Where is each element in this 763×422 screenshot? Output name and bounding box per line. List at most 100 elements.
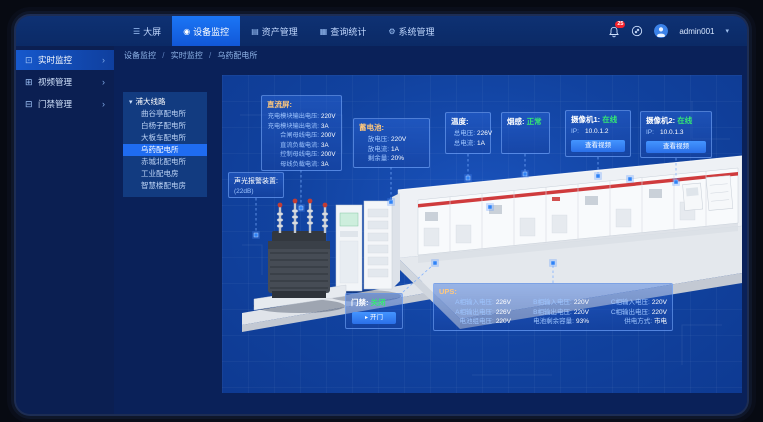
smoke-sensor-panel: 烟感: 正常	[501, 112, 550, 154]
realtime-monitor-icon: ⊡	[25, 55, 38, 66]
view-video-button[interactable]: 查看视频	[646, 141, 706, 153]
username[interactable]: admin001	[679, 27, 714, 36]
nav-label: 资产管理	[262, 25, 298, 38]
field-label: A相输入电压:	[439, 298, 494, 308]
tree-item[interactable]: 曲谷亭配电所	[123, 108, 207, 120]
user-avatar[interactable]	[654, 24, 668, 38]
data-row: 剩余量:20%	[359, 154, 424, 164]
nav-label: 大屏	[143, 25, 161, 38]
chevron-down-icon[interactable]: ▾	[725, 27, 729, 35]
breadcrumb-item[interactable]: 实时监控	[171, 51, 203, 60]
panel-title: 声光报警装置:	[234, 176, 278, 186]
chevron-right-icon: ›	[102, 99, 105, 109]
fullscreen-icon[interactable]	[631, 25, 643, 37]
view-video-button[interactable]: 查看视频	[571, 140, 625, 152]
chevron-right-icon: ›	[102, 55, 105, 65]
data-row: B相输入电压:220V	[517, 298, 589, 308]
ups-column-b: B相输入电压:220V B相输出电压:220V 电池剩余容量:93%	[517, 298, 589, 327]
open-door-icon: ▸	[365, 315, 368, 321]
panel-title: UPS:	[439, 287, 667, 296]
tree-item[interactable]: 工业配电房	[123, 168, 207, 180]
topbar-right: 25 admin001 ▾	[608, 16, 729, 46]
tree-item[interactable]: 大板车配电所	[123, 132, 207, 144]
panel-title: 蓄电池:	[359, 122, 424, 133]
data-row: A相输入电压:226V	[439, 298, 511, 308]
nav-tab-system[interactable]: ⚙ 系统管理	[377, 16, 445, 46]
field-label: 总电压:	[451, 129, 475, 139]
gear-icon: ⚙	[388, 27, 395, 36]
alarm-value: (22dB)	[234, 187, 278, 196]
camera2-panel: 摄像机2: 在线 IP:10.0.1.3 查看视频	[640, 111, 712, 158]
sidebar-item-access-manage[interactable]: ⊟ 门禁管理 ›	[16, 94, 114, 114]
data-row: 电池剩余容量:93%	[517, 317, 589, 327]
panel-title: 摄像机1: 在线	[571, 114, 625, 125]
content-area: 设备监控 / 实时监控 / 乌药配电所 ▾浦大线路 曲谷亭配电所 白杨子配电所 …	[114, 46, 747, 414]
camera2-ip: 10.0.1.3	[660, 128, 684, 138]
sidebar-item-video-manage[interactable]: ⊞ 视频管理 ›	[16, 72, 114, 92]
field-value: 200V	[321, 150, 335, 160]
battery-cabinets	[329, 193, 401, 302]
sidebar-item-label: 视频管理	[38, 76, 72, 88]
panel-title: 门禁: 关闭	[351, 297, 397, 308]
open-door-button[interactable]: ▸开门	[352, 312, 396, 324]
app-window: ☰ 大屏 ◉ 设备监控 ▤ 资产管理 ▦ 查询统计 ⚙ 系统管理	[16, 16, 747, 414]
ups-panel: UPS: A相输入电压:226V A相输出电压:226V 电池组电压:220V …	[433, 283, 673, 331]
camera1-panel: 摄像机1: 在线 IP:10.0.1.2 查看视频	[565, 110, 631, 157]
breadcrumb-item[interactable]: 设备监控	[124, 51, 156, 60]
field-value: 200V	[321, 131, 335, 141]
camera2-label: 摄像机2:	[646, 116, 675, 125]
nav-tab-query-stats[interactable]: ▦ 查询统计	[309, 16, 378, 46]
dc-screen-panel: 直流屏: 充电模块输出电压:220V 充电模块输出电流:3A 合闸母线电压:20…	[261, 95, 342, 171]
asset-icon: ▤	[251, 27, 259, 36]
ups-column-a: A相输入电压:226V A相输出电压:226V 电池组电压:220V	[439, 298, 511, 327]
field-label: 直流负载电流:	[267, 141, 319, 151]
breadcrumb-separator: /	[162, 51, 164, 60]
field-value: 3A	[321, 160, 329, 170]
data-row: 放电流:1A	[359, 145, 424, 155]
tree-item[interactable]: 白杨子配电所	[123, 120, 207, 132]
station-tree: ▾浦大线路 曲谷亭配电所 白杨子配电所 大板车配电所 乌药配电所 赤城北配电所 …	[123, 92, 207, 197]
tree-parent-node[interactable]: ▾浦大线路	[123, 95, 207, 108]
field-value: 1A	[477, 139, 485, 149]
field-label: 充电模块输出电压:	[267, 112, 319, 122]
top-navbar: ☰ 大屏 ◉ 设备监控 ▤ 资产管理 ▦ 查询统计 ⚙ 系统管理	[16, 16, 747, 46]
door-label: 门禁:	[351, 298, 369, 307]
breadcrumb-item[interactable]: 乌药配电所	[217, 51, 257, 60]
data-row: 直流负载电流:3A	[267, 141, 336, 151]
field-label: C相输入电压:	[595, 298, 650, 308]
transformer	[253, 199, 346, 313]
panel-title: 直流屏:	[267, 99, 336, 110]
field-value: 226V	[496, 308, 511, 318]
sidebar-item-label: 实时监控	[38, 54, 72, 66]
monitor-icon: ◉	[183, 27, 190, 36]
data-row: 总电流:1A	[451, 139, 485, 149]
tree-item-selected[interactable]: 乌药配电所	[123, 144, 207, 156]
data-row: 总电压:226V	[451, 129, 485, 139]
breadcrumb-separator: /	[209, 51, 211, 60]
field-value: 220V	[321, 112, 335, 122]
tree-item[interactable]: 赤城北配电所	[123, 156, 207, 168]
field-label: 放电压:	[359, 135, 389, 145]
battery-panel: 蓄电池: 放电压:220V 放电流:1A 剩余量:20%	[353, 118, 430, 168]
field-label: B相输入电压:	[517, 298, 572, 308]
field-value: 1A	[391, 145, 399, 155]
status-badge: 在线	[602, 115, 617, 124]
nav-tab-assets[interactable]: ▤ 资产管理	[240, 16, 309, 46]
nav-tab-dashboard[interactable]: ☰ 大屏	[122, 16, 172, 46]
panel-title: 摄像机2: 在线	[646, 115, 706, 126]
field-value: 3A	[321, 141, 329, 151]
sidebar-item-realtime-monitor[interactable]: ⊡ 实时监控 ›	[16, 50, 114, 70]
tree-item[interactable]: 智慧楼配电房	[123, 180, 207, 192]
notifications-button[interactable]: 25	[608, 25, 620, 37]
field-label: 合闸母线电压:	[267, 131, 319, 141]
stats-icon: ▦	[320, 27, 328, 36]
data-row: 充电模块输出电压:220V	[267, 112, 336, 122]
nav-label: 设备监控	[193, 25, 229, 38]
status-badge: 在线	[677, 116, 692, 125]
field-label: 剩余量:	[359, 154, 389, 164]
field-label: 充电模块输出电流:	[267, 122, 319, 132]
nav-label: 系统管理	[399, 25, 435, 38]
nav-tab-device-monitor[interactable]: ◉ 设备监控	[172, 16, 240, 46]
field-value: 3A	[321, 122, 329, 132]
alarm-device-panel: 声光报警装置: (22dB)	[228, 172, 284, 198]
